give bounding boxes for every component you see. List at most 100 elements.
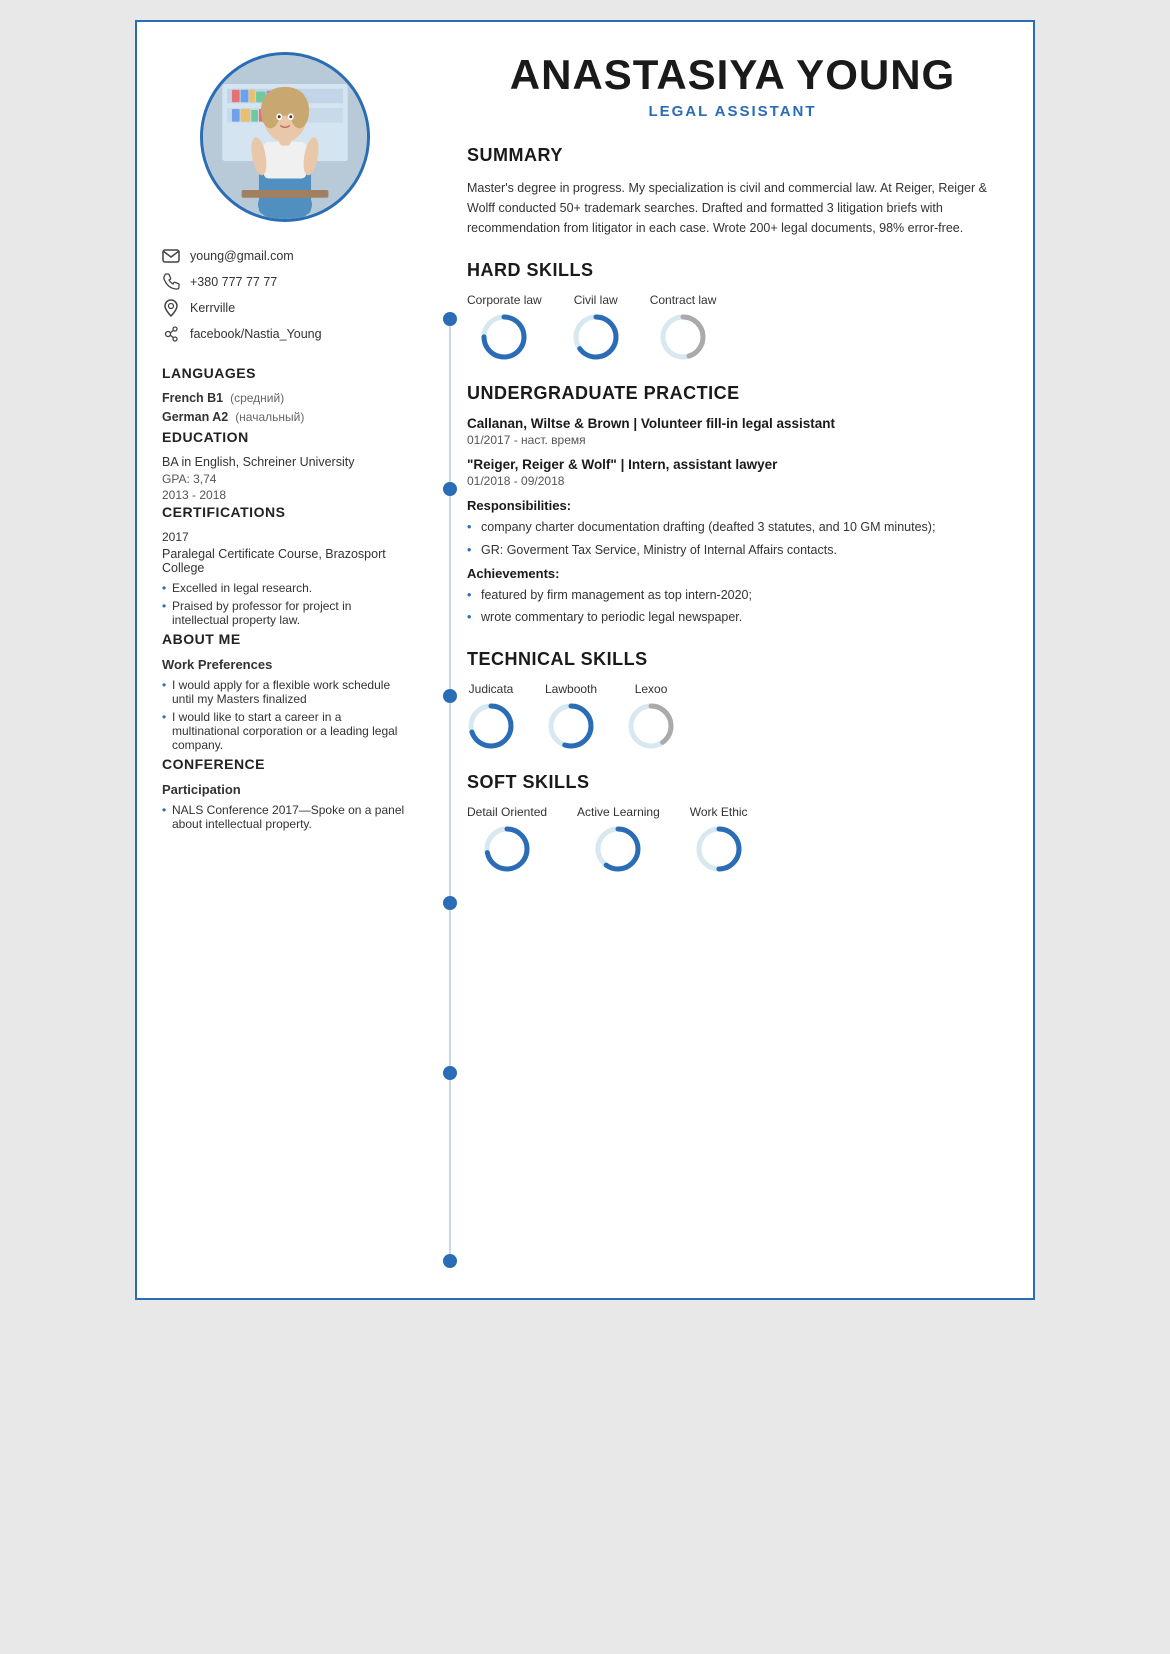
timeline-dot	[443, 1254, 457, 1268]
skill-label: Judicata	[469, 682, 514, 696]
social-icon	[162, 325, 180, 343]
timeline-dot	[443, 312, 457, 326]
timeline-dot	[443, 482, 457, 496]
skill-item: Judicata	[467, 682, 515, 750]
photo-wrapper	[162, 52, 407, 222]
cert-year: 2017	[162, 530, 407, 544]
conference-section: CONFERENCE Participation NALS Conference…	[162, 756, 407, 831]
skill-label: Detail Oriented	[467, 805, 547, 819]
hard-skills-grid: Corporate law Civil law Contract law	[467, 293, 998, 361]
summary-text: Master's degree in progress. My speciali…	[467, 178, 998, 238]
right-column: ANASTASIYA YOUNG LEGAL ASSISTANT SUMMARY…	[427, 22, 1033, 1298]
full-name: ANASTASIYA YOUNG	[467, 52, 998, 98]
skill-item: Lawbooth	[545, 682, 597, 750]
skill-circle	[480, 313, 528, 361]
practice-company-1: Callanan, Wiltse & Brown | Volunteer fil…	[467, 416, 998, 431]
phone-text: +380 777 77 77	[190, 275, 277, 289]
timeline-dot	[443, 689, 457, 703]
language-french: French B1 (средний)	[162, 391, 407, 405]
resp-bullet-2: GR: Goverment Tax Service, Ministry of I…	[467, 541, 998, 560]
conference-title: CONFERENCE	[162, 756, 407, 772]
name-title-section: ANASTASIYA YOUNG LEGAL ASSISTANT	[467, 52, 998, 120]
soft-skills-title: SOFT SKILLS	[467, 772, 998, 797]
technical-skills-grid: Judicata Lawbooth Lexoo	[467, 682, 998, 750]
cert-title: CERTIFICATIONS	[162, 504, 407, 520]
email-item: young@gmail.com	[162, 247, 407, 265]
ach-bullet-1: featured by firm management as top inter…	[467, 586, 998, 605]
soft-skills-grid: Detail Oriented Active Learning Work Ethic	[467, 805, 998, 873]
skill-label: Corporate law	[467, 293, 542, 307]
skill-item: Active Learning	[577, 805, 660, 873]
work-pref-bullet-2: I would like to start a career in a mult…	[162, 710, 407, 752]
french-level: (средний)	[230, 391, 284, 405]
skill-item: Work Ethic	[690, 805, 748, 873]
skill-label: Work Ethic	[690, 805, 748, 819]
practice-entry-2: "Reiger, Reiger & Wolf" | Intern, assist…	[467, 457, 998, 627]
conference-bullet: NALS Conference 2017—Spoke on a panel ab…	[162, 803, 407, 831]
social-text: facebook/Nastia_Young	[190, 327, 322, 341]
social-item: facebook/Nastia_Young	[162, 325, 407, 343]
languages-title: LANGUAGES	[162, 365, 407, 381]
skill-circle	[659, 313, 707, 361]
skill-circle	[572, 313, 620, 361]
certifications-section: CERTIFICATIONS 2017 Paralegal Certificat…	[162, 504, 407, 627]
achievements-label: Achievements:	[467, 566, 998, 581]
timeline-line	[449, 312, 451, 1268]
edu-school: BA in English, Schreiner University	[162, 455, 407, 469]
skill-label: Contract law	[650, 293, 717, 307]
edu-gpa: GPA: 3,74	[162, 472, 407, 486]
skill-label: Lexoo	[635, 682, 668, 696]
work-preferences-title: Work Preferences	[162, 657, 407, 672]
skill-item: Civil law	[572, 293, 620, 361]
skill-circle	[547, 702, 595, 750]
education-section: EDUCATION BA in English, Schreiner Unive…	[162, 429, 407, 502]
technical-skills-title: TECHNICAL SKILLS	[467, 649, 998, 674]
cert-name: Paralegal Certificate Course, Brazosport…	[162, 547, 407, 575]
skill-circle	[627, 702, 675, 750]
cert-bullet-2: Praised by professor for project in inte…	[162, 599, 407, 627]
practice-company-2: "Reiger, Reiger & Wolf" | Intern, assist…	[467, 457, 998, 472]
location-item: Kerrville	[162, 299, 407, 317]
hard-skills-section: HARD SKILLS Corporate lawCivil lawContra…	[467, 260, 998, 361]
practice-title: UNDERGRADUATE PRACTICE	[467, 383, 998, 408]
languages-section: LANGUAGES French B1 (средний) German A2 …	[162, 365, 407, 424]
phone-icon	[162, 273, 180, 291]
skill-circle	[467, 702, 515, 750]
work-pref-bullet-1: I would apply for a flexible work schedu…	[162, 678, 407, 706]
resp-bullet-1: company charter documentation drafting (…	[467, 518, 998, 537]
education-title: EDUCATION	[162, 429, 407, 445]
timeline-dot	[443, 896, 457, 910]
german-level: (начальный)	[235, 410, 304, 424]
skill-item: Contract law	[650, 293, 717, 361]
skill-circle	[483, 825, 531, 873]
conference-subtitle: Participation	[162, 782, 407, 797]
job-title: LEGAL ASSISTANT	[467, 103, 998, 120]
practice-section: UNDERGRADUATE PRACTICE Callanan, Wiltse …	[467, 383, 998, 627]
skill-label: Active Learning	[577, 805, 660, 819]
profile-photo	[200, 52, 370, 222]
skill-circle	[594, 825, 642, 873]
skill-item: Corporate law	[467, 293, 542, 361]
location-text: Kerrville	[190, 301, 235, 315]
about-me-section: ABOUT ME Work Preferences I would apply …	[162, 631, 407, 752]
skill-label: Lawbooth	[545, 682, 597, 696]
skill-circle	[695, 825, 743, 873]
practice-entry-1: Callanan, Wiltse & Brown | Volunteer fil…	[467, 416, 998, 447]
responsibilities-label: Responsibilities:	[467, 498, 998, 513]
soft-skills-section: SOFT SKILLS Detail Oriented Active Learni…	[467, 772, 998, 873]
skill-label: Civil law	[574, 293, 618, 307]
practice-date-1: 01/2017 - наст. время	[467, 433, 998, 447]
resume-container: young@gmail.com +380 777 77 77 Kerrville	[135, 20, 1035, 1300]
summary-section: SUMMARY Master's degree in progress. My …	[467, 145, 998, 238]
timeline-dot	[443, 1066, 457, 1080]
practice-date-2: 01/2018 - 09/2018	[467, 474, 998, 488]
left-column: young@gmail.com +380 777 77 77 Kerrville	[137, 22, 427, 1298]
email-text: young@gmail.com	[190, 249, 294, 263]
skill-item: Detail Oriented	[467, 805, 547, 873]
cert-bullet-1: Excelled in legal research.	[162, 581, 407, 595]
email-icon	[162, 247, 180, 265]
edu-years: 2013 - 2018	[162, 488, 407, 502]
language-german: German A2 (начальный)	[162, 410, 407, 424]
contact-section: young@gmail.com +380 777 77 77 Kerrville	[162, 247, 407, 343]
summary-title: SUMMARY	[467, 145, 998, 170]
